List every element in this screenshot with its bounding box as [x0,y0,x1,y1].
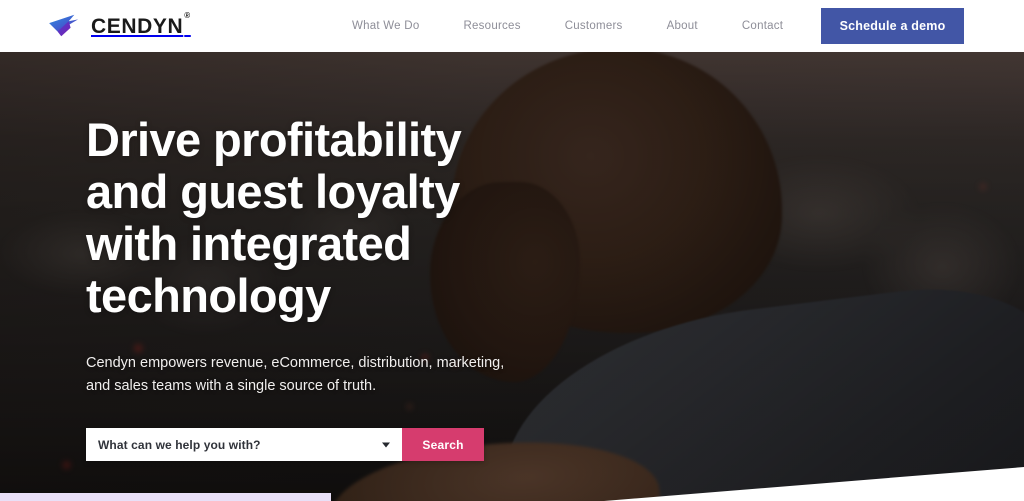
nav-item-about[interactable]: About [645,0,720,52]
search-topic-select[interactable]: What can we help you with? [86,428,402,461]
nav-item-contact[interactable]: Contact [720,0,805,52]
search-topic-select-value: What can we help you with? [98,437,261,452]
hero-heading-line-4: technology [86,269,331,322]
bottom-left-panel [0,493,331,501]
nav-item-resources[interactable]: Resources [441,0,542,52]
main-navigation: What We Do Resources Customers About Con… [330,0,874,52]
registered-trademark-icon: ® [184,10,191,20]
hero-heading-line-1: Drive profitability [86,113,462,166]
site-logo[interactable]: CENDYN® [46,11,190,39]
nav-item-customers[interactable]: Customers [543,0,645,52]
hero-heading-line-2: and guest loyalty [86,165,460,218]
search-button[interactable]: Search [402,428,484,461]
cendyn-arrow-logo-icon [49,14,79,37]
hero-heading-line-3: with integrated [86,217,412,270]
hero-subheading: Cendyn empowers revenue, eCommerce, dist… [86,355,505,394]
hero-search-bar: What can we help you with? Search [86,428,484,461]
schedule-demo-button[interactable]: Schedule a demo [821,8,964,44]
hero-content: Drive profitability and guest loyalty wi… [86,114,606,461]
site-header: CENDYN® What We Do Resources Customers A… [0,0,1024,52]
hero-heading: Drive profitability and guest loyalty wi… [86,114,606,322]
nav-item-what-we-do[interactable]: What We Do [330,0,441,52]
logo-wordmark: CENDYN® [91,10,191,38]
chevron-down-icon [382,442,390,447]
hero-section: Drive profitability and guest loyalty wi… [0,52,1024,501]
